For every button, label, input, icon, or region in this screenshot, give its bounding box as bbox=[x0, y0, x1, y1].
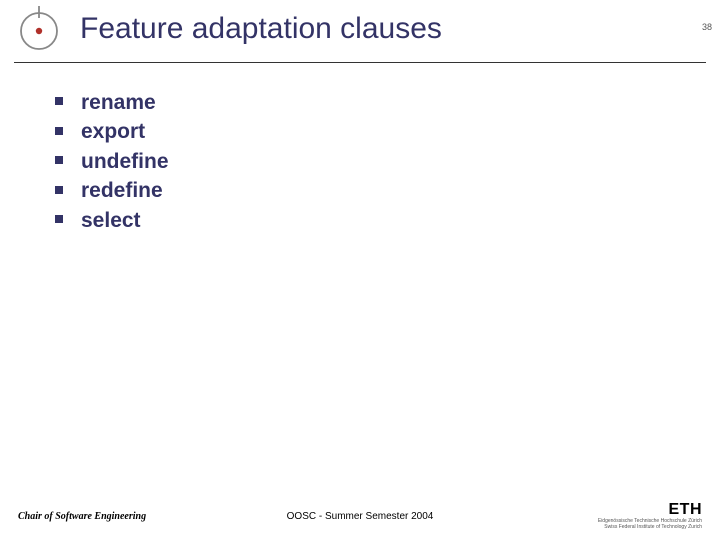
list-item: undefine bbox=[55, 147, 169, 176]
bullet-icon bbox=[55, 215, 63, 223]
bullet-icon bbox=[55, 97, 63, 105]
slide-title: Feature adaptation clauses bbox=[80, 12, 442, 46]
bullet-icon bbox=[55, 127, 63, 135]
list-item: redefine bbox=[55, 176, 169, 205]
list-item-label: rename bbox=[81, 91, 156, 114]
list-item-label: redefine bbox=[81, 179, 163, 202]
bullet-icon bbox=[55, 156, 63, 164]
list-item: export bbox=[55, 117, 169, 146]
list-item-label: undefine bbox=[81, 150, 169, 173]
list-item: select bbox=[55, 206, 169, 235]
eth-logo: ETH bbox=[598, 501, 702, 519]
list-item: rename bbox=[55, 88, 169, 117]
title-divider bbox=[14, 62, 706, 63]
list-item-label: export bbox=[81, 120, 145, 143]
bullet-list: rename export undefine redefine select bbox=[55, 88, 169, 235]
footer-institution: ETH Eidgenössische Technische Hochschule… bbox=[598, 501, 702, 530]
list-item-label: select bbox=[81, 209, 141, 232]
chair-logo-icon bbox=[14, 6, 64, 56]
slide: Feature adaptation clauses 38 rename exp… bbox=[0, 0, 720, 540]
bullet-icon bbox=[55, 186, 63, 194]
page-number: 38 bbox=[702, 22, 712, 32]
eth-subtitle-2: Swiss Federal Institute of Technology Zu… bbox=[598, 525, 702, 531]
